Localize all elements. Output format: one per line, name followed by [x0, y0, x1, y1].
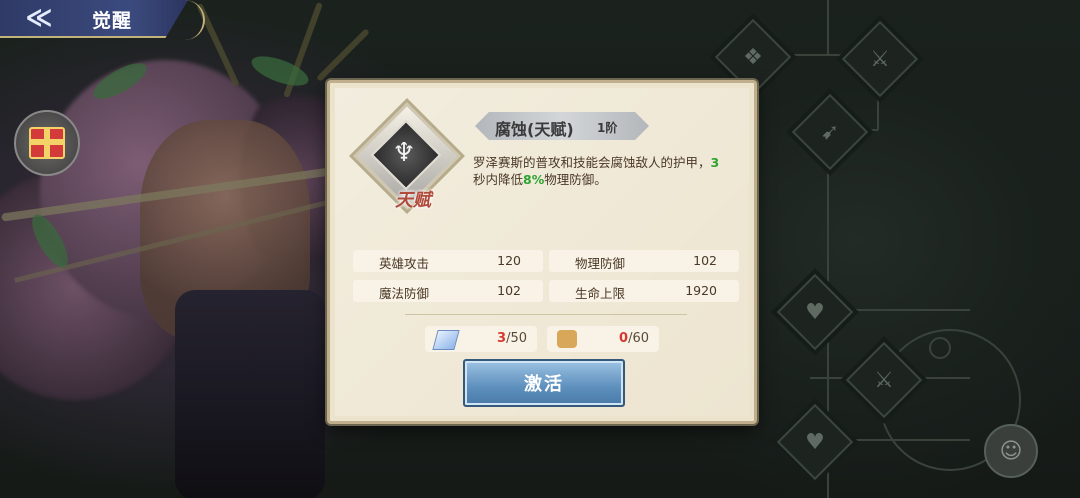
stat-row: 魔法防御 102 — [353, 280, 543, 302]
desc-text: 罗泽赛斯的普攻和技能会腐蚀敌人的护甲， — [473, 155, 711, 170]
skill-tier: 1阶 — [597, 121, 618, 135]
cost-puzzle[interactable]: 0/60 — [547, 326, 659, 352]
crystal-icon — [432, 330, 460, 350]
page-title: 觉醒 — [92, 10, 133, 32]
stat-value: 1920 — [685, 283, 717, 298]
heart-icon: ♥ — [805, 299, 825, 325]
talent-tree: ❖ ⚔ ➹ ♥ ⚔ ♥ — [714, 0, 1080, 498]
bow-icon: ➹ — [820, 119, 840, 145]
hero-switch-button[interactable]: ☺ — [984, 424, 1038, 478]
sword-icon: ⚔ — [874, 367, 894, 393]
gift-icon — [29, 127, 65, 159]
stat-row: 生命上限 1920 — [549, 280, 739, 302]
divider — [405, 314, 687, 315]
hero-legs — [175, 290, 325, 498]
back-arrow-icon: ≪ — [25, 3, 53, 33]
gift-button[interactable] — [14, 110, 80, 176]
stat-label: 物理防御 — [575, 256, 626, 271]
cost-have: 0 — [619, 331, 629, 346]
desc-text: 物理防御。 — [544, 172, 607, 187]
back-button[interactable]: ≪ — [14, 2, 64, 34]
cost-have: 3 — [497, 331, 507, 346]
hero-antler — [316, 28, 370, 82]
cost-amount: 0/60 — [619, 331, 649, 346]
puzzle-piece-icon — [557, 330, 577, 348]
wing-emblem-icon: ♆ — [392, 138, 416, 168]
stat-label: 英雄攻击 — [379, 256, 430, 271]
skill-description: 罗泽赛斯的普攻和技能会腐蚀敌人的护甲，3 秒内降低8%物理防御。 — [473, 154, 745, 188]
heart-icon: ♥ — [805, 429, 825, 455]
stat-label: 魔法防御 — [379, 286, 430, 301]
stat-value: 102 — [693, 253, 717, 268]
cost-crystal[interactable]: 3/50 — [425, 326, 537, 352]
talent-type-tag: 天赋 — [395, 190, 431, 211]
cost-need: /50 — [506, 331, 527, 346]
stat-label: 生命上限 — [575, 286, 626, 301]
stat-row: 物理防御 102 — [549, 250, 739, 272]
desc-highlight: 8% — [523, 172, 545, 187]
stat-value: 102 — [497, 283, 521, 298]
cost-amount: 3/50 — [497, 331, 527, 346]
stat-row: 英雄攻击 120 — [353, 250, 543, 272]
wing-emblem-icon: ❖ — [743, 44, 763, 70]
stat-value: 120 — [497, 253, 521, 268]
sword-icon: ⚔ — [870, 46, 890, 72]
top-bar: ≪ 觉醒 — [0, 0, 188, 38]
panel-body: ♆ 天赋 腐蚀(天赋) 1阶 罗泽赛斯的普攻和技能会腐蚀敌人的护甲，3 秒内降低8… — [335, 88, 749, 416]
activate-button[interactable]: 激活 — [463, 359, 625, 407]
desc-highlight: 3 — [710, 155, 720, 170]
skill-name: 腐蚀(天赋) — [495, 120, 574, 139]
hero-switch-icon: ☺ — [999, 438, 1023, 464]
talent-emblem: ♆ — [353, 102, 461, 210]
desc-text: 秒内降低 — [473, 172, 524, 187]
cost-need: /60 — [628, 331, 649, 346]
talent-detail-panel: ♆ 天赋 腐蚀(天赋) 1阶 罗泽赛斯的普攻和技能会腐蚀敌人的护甲，3 秒内降低8… — [327, 80, 757, 424]
